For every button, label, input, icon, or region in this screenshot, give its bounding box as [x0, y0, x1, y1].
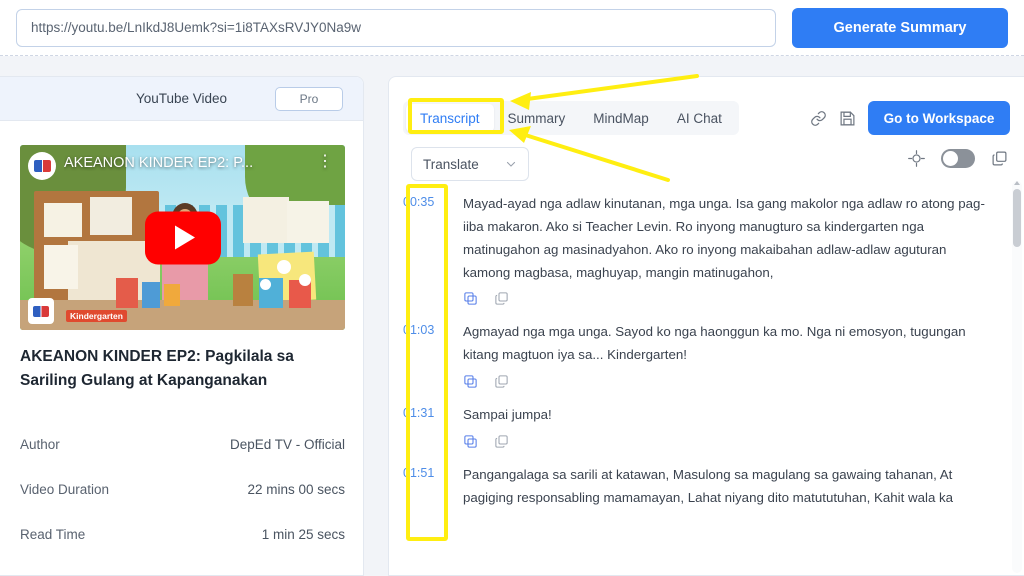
transcript-text: Pangangalaga sa sarili at katawan, Masul…: [463, 464, 986, 510]
transcript-block[interactable]: 01:03 Agmayad nga mga unga. Sayod ko nga…: [403, 315, 1010, 398]
copy-line-icon[interactable]: [494, 374, 509, 389]
meta-row-duration: Video Duration 22 mins 00 secs: [20, 482, 345, 497]
save-icon[interactable]: [839, 110, 856, 127]
thumbnail-artwork: [44, 203, 82, 237]
transcript-timestamp[interactable]: 01:03: [403, 321, 451, 398]
meta-value: DepEd TV - Official: [230, 437, 345, 452]
tab-ai-chat-label: AI Chat: [677, 111, 722, 126]
transcript-body: Pangangalaga sa sarili at katawan, Masul…: [451, 464, 1010, 510]
thumbnail-supply: [142, 282, 160, 308]
copy-line-icon[interactable]: [494, 291, 509, 306]
transcript-text: Agmayad nga mga unga. Sayod ko nga haong…: [463, 321, 986, 367]
thumbnail-artwork: [90, 197, 132, 235]
transcript-list[interactable]: 00:35 Mayad-ayad nga adlaw kinutanan, mg…: [403, 187, 1010, 575]
meta-row-read-time: Read Time 1 min 25 secs: [20, 527, 345, 542]
go-to-workspace-button[interactable]: Go to Workspace: [868, 101, 1010, 135]
tab-mindmap[interactable]: MindMap: [579, 104, 663, 132]
play-triangle: [175, 226, 195, 250]
video-panel-header: YouTube Video Pro: [0, 77, 363, 121]
thumbnail-overlay-title: AKEANON KINDER EP2: P...: [64, 155, 309, 171]
transcript-timestamp[interactable]: 00:35: [403, 193, 451, 315]
translate-select-label: Translate: [423, 157, 479, 172]
kebab-menu-icon[interactable]: ⋮: [317, 155, 333, 169]
meta-label: Author: [20, 437, 60, 452]
translate-line-icon[interactable]: [463, 291, 478, 306]
thumbnail-artwork: [243, 197, 289, 243]
thumbnail-supply: [233, 274, 253, 306]
transcript-block[interactable]: 01:51 Pangangalaga sa sarili at katawan,…: [403, 458, 1010, 510]
tab-ai-chat[interactable]: AI Chat: [663, 104, 736, 132]
thumbnail-artwork: [44, 245, 78, 289]
deped-badge-icon: [28, 298, 54, 324]
translate-select[interactable]: Translate: [411, 147, 529, 181]
transcript-text: Mayad-ayad nga adlaw kinutanan, mga unga…: [463, 193, 986, 284]
tab-transcript-label: Transcript: [420, 111, 480, 126]
deped-logo-mark-small: [33, 306, 49, 317]
meta-value: 1 min 25 secs: [262, 527, 345, 542]
thumbnail-flower: [260, 279, 271, 290]
kindergarten-tag: Kindergarten: [66, 310, 127, 322]
tab-summary[interactable]: Summary: [494, 104, 580, 132]
video-url-input[interactable]: [16, 9, 776, 47]
transcript-line-actions: [463, 374, 986, 389]
transcript-timestamp[interactable]: 01:31: [403, 404, 451, 458]
video-info-panel: YouTube Video Pro AKEANON KINDER EP2: P.…: [0, 76, 364, 576]
transcript-line-actions: [463, 434, 986, 449]
play-button-icon[interactable]: [145, 211, 221, 264]
pro-badge[interactable]: Pro: [275, 87, 343, 111]
transcript-body: Agmayad nga mga unga. Sayod ko nga haong…: [451, 321, 1010, 398]
meta-row-author: Author DepEd TV - Official: [20, 437, 345, 452]
meta-label: Read Time: [20, 527, 85, 542]
transcript-block[interactable]: 01:31 Sampai jumpa!: [403, 398, 1010, 458]
copy-all-icon[interactable]: [991, 150, 1008, 167]
thumbnail-supply: [116, 278, 138, 308]
target-icon[interactable]: [908, 150, 925, 167]
transcript-timestamp[interactable]: 01:51: [403, 464, 451, 510]
meta-label: Video Duration: [20, 482, 109, 497]
transcript-line-actions: [463, 291, 986, 306]
transcript-block[interactable]: 00:35 Mayad-ayad nga adlaw kinutanan, mg…: [403, 187, 1010, 315]
tab-mindmap-label: MindMap: [593, 111, 649, 126]
translate-line-icon[interactable]: [463, 374, 478, 389]
content-tabs: Transcript Summary MindMap AI Chat: [403, 101, 739, 135]
video-thumbnail[interactable]: AKEANON KINDER EP2: P... ⋮ Kindergarten: [20, 145, 345, 330]
meta-value: 22 mins 00 secs: [247, 482, 345, 497]
transcript-body: Mayad-ayad nga adlaw kinutanan, mga unga…: [451, 193, 1010, 315]
deped-logo-mark: [34, 160, 51, 172]
transcript-body: Sampai jumpa!: [451, 404, 1010, 458]
thumbnail-supply: [164, 284, 180, 306]
transcript-panel: Transcript Summary MindMap AI Chat Go to…: [388, 76, 1024, 576]
transcript-tools: [908, 149, 1008, 168]
url-toolbar: Generate Summary: [0, 0, 1024, 56]
panel-actions: Go to Workspace: [810, 101, 1010, 135]
transcript-text: Sampai jumpa!: [463, 404, 986, 427]
channel-avatar-icon: [28, 152, 56, 180]
thumbnail-artwork: [287, 201, 329, 243]
generate-summary-button[interactable]: Generate Summary: [792, 8, 1008, 48]
toggle-knob: [943, 151, 958, 166]
copy-line-icon[interactable]: [494, 434, 509, 449]
chevron-down-icon: [505, 158, 517, 170]
thumbnail-flower: [277, 260, 291, 274]
thumbnail-flower: [299, 274, 311, 286]
translate-line-icon[interactable]: [463, 434, 478, 449]
transcript-scrollbar[interactable]: [1012, 181, 1022, 573]
autoscroll-toggle[interactable]: [941, 149, 975, 168]
scrollbar-cap: [1014, 181, 1020, 185]
scrollbar-thumb[interactable]: [1013, 189, 1021, 247]
video-title: AKEANON KINDER EP2: Pagkilala sa Sarilin…: [20, 345, 340, 393]
tab-transcript[interactable]: Transcript: [406, 104, 494, 132]
tab-summary-label: Summary: [508, 111, 566, 126]
video-panel-title: YouTube Video: [136, 91, 227, 106]
link-icon[interactable]: [810, 110, 827, 127]
